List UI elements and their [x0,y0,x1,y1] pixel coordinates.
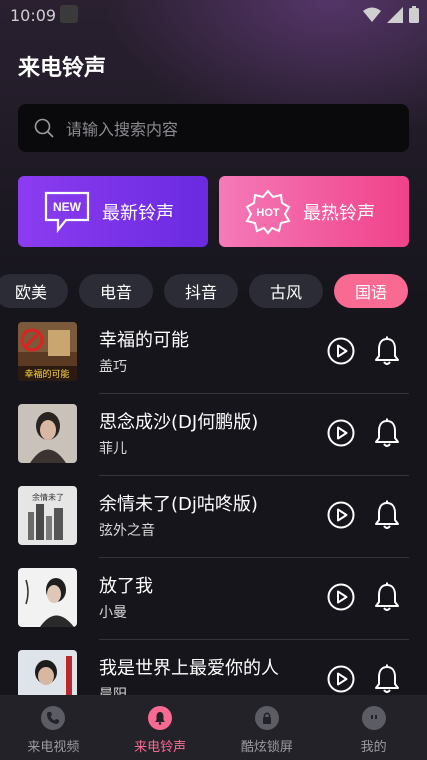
tab-label: 古风 [269,283,302,302]
face-icon [361,706,386,730]
search-placeholder: 请输入搜索内容 [66,120,179,139]
status-time: 10:09 [10,6,57,25]
search-icon [34,118,54,138]
hottest-ringtones-button[interactable]: HOT 最热铃声 [219,176,409,247]
newest-ringtones-label: 最新铃声 [102,202,174,224]
tab-label: 国语 [354,283,387,302]
hot-badge-icon: HOT [245,188,291,235]
song-artist: 盖巧 [99,359,127,375]
status-bar: 10:09 [0,0,427,30]
new-badge-text: NEW [53,200,82,214]
song-artist: 菲儿 [99,441,127,457]
set-ringtone-bell-icon[interactable] [373,500,401,530]
song-artist: 弦外之音 [99,523,155,539]
list-divider [99,557,409,558]
nav-ringtones[interactable]: 来电铃声 [107,695,214,760]
battery-icon [409,6,419,23]
set-ringtone-bell-icon[interactable] [373,664,401,694]
set-ringtone-bell-icon[interactable] [373,336,401,366]
hot-badge-text: HOT [256,207,280,219]
nav-mine[interactable]: 我的 [320,695,427,760]
tab-category-4[interactable]: 国语 [334,274,408,308]
cover-text: 余情未了 [32,492,64,502]
play-icon[interactable] [327,665,355,693]
nav-call-video[interactable]: 来电视频 [0,695,107,760]
bell-icon [148,706,173,730]
status-icons [363,6,419,23]
set-ringtone-bell-icon[interactable] [373,582,401,612]
tab-category-0[interactable]: 欧美 [0,274,68,308]
album-cover: 余情未了 [18,486,77,545]
song-title: 幸福的可能 [99,330,189,351]
tab-label: 欧美 [14,283,47,302]
page-title: 来电铃声 [18,56,107,81]
song-row[interactable]: 放了我 小曼 [18,564,409,632]
play-icon[interactable] [327,583,355,611]
nav-label: 来电视频 [27,740,80,755]
song-row[interactable]: 思念成沙(DJ何鹏版) 菲儿 [18,400,409,468]
album-cover [18,568,77,627]
phone-icon [41,706,66,730]
lock-icon [254,706,279,730]
newest-ringtones-button[interactable]: NEW 最新铃声 [18,176,208,247]
song-title: 放了我 [99,576,153,597]
nav-label: 我的 [360,740,387,755]
list-divider [99,475,409,476]
bottom-nav: 来电视频 来电铃声 酷炫锁屏 我的 [0,695,427,760]
play-icon[interactable] [327,501,355,529]
tab-category-2[interactable]: 抖音 [164,274,238,308]
nav-lock-screen[interactable]: 酷炫锁屏 [214,695,321,760]
list-divider [99,393,409,394]
play-icon[interactable] [327,337,355,365]
tab-label: 电音 [99,283,132,302]
song-row[interactable]: 幸福的可能 幸福的可能 盖巧 [18,318,409,386]
hottest-ringtones-label: 最热铃声 [303,202,375,224]
play-icon[interactable] [327,419,355,447]
list-divider [99,639,409,640]
song-artist: 小曼 [99,605,127,621]
tab-category-1[interactable]: 电音 [79,274,153,308]
album-cover [18,404,77,463]
signal-icon [387,6,403,23]
tab-category-3[interactable]: 古风 [249,274,323,308]
nav-label: 酷炫锁屏 [240,740,293,755]
notification-icon [60,5,78,23]
cover-text: 幸福的可能 [24,368,69,380]
search-input[interactable]: 请输入搜索内容 [18,104,409,152]
nav-label: 来电铃声 [134,740,187,755]
category-tabs: 欧美 电音 抖音 古风 国语 [0,274,427,308]
song-title: 余情未了(Dj咕咚版) [99,494,258,515]
song-title: 思念成沙(DJ何鹏版) [99,412,259,433]
song-title: 我是世界上最爱你的人 [99,658,279,679]
set-ringtone-bell-icon[interactable] [373,418,401,448]
song-row[interactable]: 余情未了 余情未了(Dj咕咚版) 弦外之音 [18,482,409,550]
wifi-icon [363,7,381,22]
tab-label: 抖音 [184,283,217,302]
new-badge-icon: NEW [44,189,90,235]
album-cover: 幸福的可能 [18,322,77,381]
